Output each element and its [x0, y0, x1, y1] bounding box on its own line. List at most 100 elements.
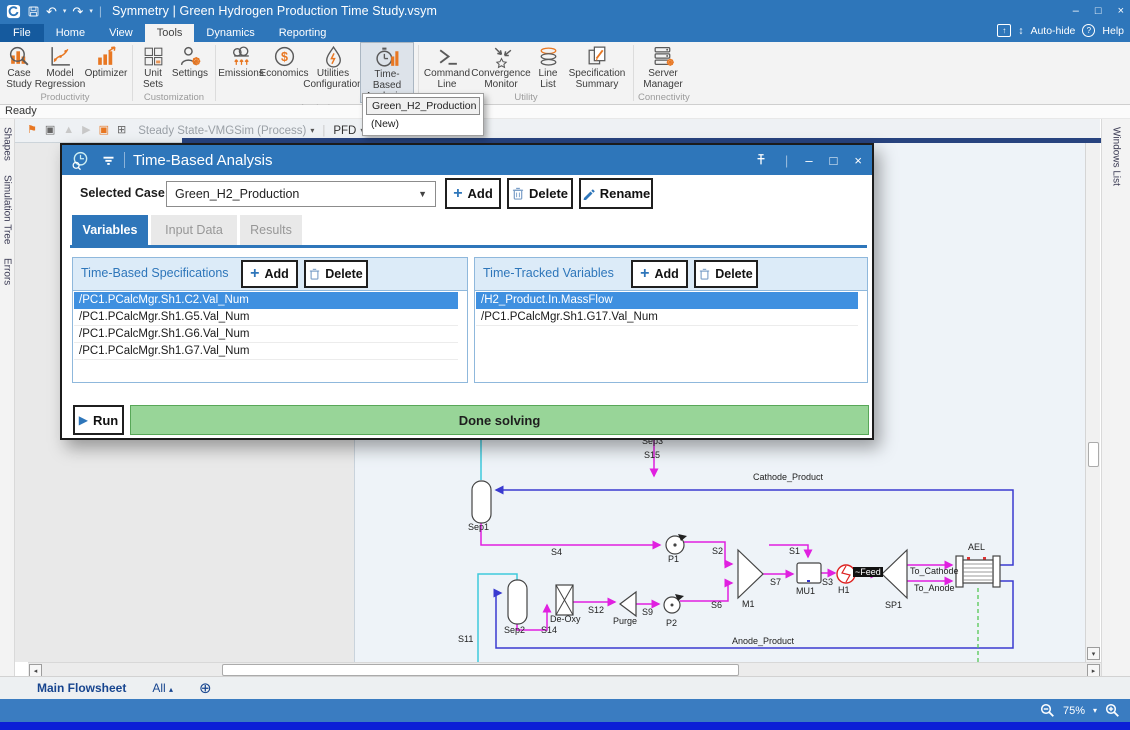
zoom-level[interactable]: 75%	[1063, 705, 1085, 717]
delete-tracked-variable-button[interactable]: Delete	[694, 260, 758, 288]
stream-cathode-product[interactable]	[496, 490, 1013, 565]
emissions-button[interactable]: Emissions	[220, 42, 262, 103]
selected-case-select[interactable]: Green_H2_Production ▼	[166, 181, 436, 207]
pin-icon[interactable]	[754, 153, 768, 167]
flowsheet-label[interactable]: S2	[712, 546, 723, 556]
unit-sets-button[interactable]: Unit Sets	[137, 42, 169, 92]
save-icon[interactable]	[27, 5, 40, 18]
auto-hide-button[interactable]: Auto-hide	[1030, 25, 1075, 37]
tab-variables[interactable]: Variables	[72, 215, 148, 245]
pump-p2[interactable]	[664, 594, 684, 613]
flowsheet-filter-select[interactable]: All ▴	[152, 681, 173, 695]
flowsheet-label[interactable]: To_Anode	[914, 583, 955, 593]
flowsheet-label[interactable]: S1	[789, 546, 800, 556]
list-item[interactable]: /PC1.PCalcMgr.Sh1.G6.Val_Num	[74, 326, 458, 343]
horizontal-scrollbar[interactable]: ◂ ▸	[28, 662, 1101, 676]
deoxy-reactor[interactable]	[556, 585, 573, 615]
tab-file[interactable]: File	[0, 24, 44, 42]
tab-main-flowsheet[interactable]: Main Flowsheet	[37, 681, 126, 695]
sidebar-tab-errors[interactable]: Errors	[2, 258, 13, 285]
sidebar-tab-windows-list[interactable]: Windows List	[1111, 127, 1122, 186]
menu-item-case[interactable]: Green_H2_Production	[366, 97, 480, 115]
flowsheet-label[interactable]: S6	[711, 600, 722, 610]
tab-dynamics[interactable]: Dynamics	[194, 24, 266, 42]
app-logo-icon[interactable]	[6, 4, 21, 19]
settings-button[interactable]: Settings	[169, 42, 211, 92]
anchor-icon[interactable]: ⊞	[117, 125, 126, 136]
redo-menu-arrow-icon[interactable]: ▾	[89, 8, 93, 15]
vertical-scrollbar[interactable]: ▾	[1085, 143, 1100, 662]
add-specification-button[interactable]: + Add	[241, 260, 298, 288]
flowsheet-label-feed[interactable]: ~Feed	[853, 567, 883, 577]
flowsheet-label[interactable]: To_Cathode	[910, 566, 959, 576]
mode-select[interactable]: Steady State-VMGSim (Process) ▾	[138, 125, 314, 137]
rename-case-button[interactable]: Rename	[579, 178, 653, 209]
add-tracked-variable-button[interactable]: + Add	[631, 260, 688, 288]
flowsheet-label[interactable]: S14	[541, 625, 557, 635]
command-line-button[interactable]: Command Line	[423, 42, 471, 92]
stream-s2[interactable]	[684, 542, 732, 564]
help-button[interactable]: Help	[1102, 25, 1124, 37]
view-select[interactable]: PFD ▾	[333, 125, 364, 137]
delete-specification-button[interactable]: Delete	[304, 260, 368, 288]
add-case-button[interactable]: + Add	[445, 178, 501, 209]
window-close-button[interactable]: ×	[1118, 5, 1124, 17]
sidebar-tab-shapes[interactable]: Shapes	[2, 127, 13, 161]
pump-p1[interactable]	[666, 534, 687, 554]
convergence-monitor-button[interactable]: Convergence Monitor	[471, 42, 531, 92]
tab-input-data[interactable]: Input Data	[151, 215, 237, 245]
zoom-in-icon[interactable]	[1105, 703, 1120, 718]
flowsheet-label[interactable]: Sep2	[504, 625, 525, 635]
mixer-m1[interactable]	[738, 550, 763, 598]
flowsheet-label[interactable]: De-Oxy	[550, 614, 581, 624]
tab-home[interactable]: Home	[44, 24, 97, 42]
optimizer-button[interactable]: Optimizer	[84, 42, 128, 92]
zoom-menu-arrow-icon[interactable]: ▾	[1093, 706, 1097, 715]
server-manager-button[interactable]: Server Manager	[638, 42, 688, 92]
flowsheet-label[interactable]: S12	[588, 605, 604, 615]
menu-filter-icon[interactable]	[101, 153, 116, 168]
flowsheet-label[interactable]: S11	[458, 634, 473, 644]
vertical-scrollbar-thumb[interactable]	[1088, 442, 1099, 467]
resize-icon[interactable]: ↕	[1018, 25, 1023, 37]
undo-icon[interactable]: ↶	[46, 5, 57, 18]
pin-ribbon-icon[interactable]: ↑	[997, 24, 1011, 37]
redo-icon[interactable]: ↷	[72, 5, 83, 18]
flowsheet-label[interactable]: S3	[822, 577, 833, 587]
tab-tools[interactable]: Tools	[145, 24, 195, 42]
separator-sep1[interactable]	[472, 481, 491, 523]
purge-valve[interactable]	[620, 592, 636, 616]
zoom-out-icon[interactable]	[1040, 703, 1055, 718]
stream-s4[interactable]	[481, 523, 660, 545]
overlap-icon[interactable]: ▣	[99, 125, 109, 136]
window-maximize-button[interactable]: □	[1095, 5, 1102, 17]
flowsheet-label[interactable]: Purge	[613, 616, 637, 626]
splitter-sp1[interactable]	[882, 550, 907, 598]
list-item[interactable]: /H2_Product.In.MassFlow	[476, 292, 858, 309]
tab-results[interactable]: Results	[240, 215, 302, 245]
undo-menu-arrow-icon[interactable]: ▾	[63, 8, 67, 15]
add-flowsheet-button[interactable]: ⊕	[199, 679, 212, 697]
list-item[interactable]: /PC1.PCalcMgr.Sh1.G5.Val_Num	[74, 309, 458, 326]
flowsheet-label[interactable]: S7	[770, 577, 781, 587]
dialog-close-button[interactable]: ×	[854, 153, 862, 168]
list-item[interactable]: /PC1.PCalcMgr.Sh1.C2.Val_Num	[74, 292, 458, 309]
flowsheet-label[interactable]: S4	[551, 547, 562, 557]
flowsheet-label[interactable]: AEL	[968, 542, 985, 552]
dialog-maximize-button[interactable]: □	[830, 153, 838, 168]
sidebar-tab-simulation-tree[interactable]: Simulation Tree	[2, 175, 13, 244]
model-regression-button[interactable]: Model Regression	[36, 42, 84, 92]
economics-button[interactable]: $ Economics	[262, 42, 306, 103]
window-icon[interactable]: ▣	[45, 125, 55, 136]
utilities-configuration-button[interactable]: Utilities Configuration	[306, 42, 360, 103]
flowsheet-label[interactable]: MU1	[796, 586, 815, 596]
case-study-button[interactable]: Case Study	[2, 42, 36, 92]
dialog-minimize-button[interactable]: –	[805, 153, 812, 168]
window-minimize-button[interactable]: –	[1073, 5, 1079, 17]
specification-summary-button[interactable]: Specification Summary	[565, 42, 629, 92]
dialog-title-bar[interactable]: Time-Based Analysis | – □ ×	[62, 145, 872, 175]
run-button[interactable]: ▶ Run	[73, 405, 124, 435]
stream-s6[interactable]	[680, 583, 732, 601]
flowsheet-label[interactable]: SP1	[885, 600, 902, 610]
horizontal-scrollbar-thumb[interactable]	[222, 664, 739, 676]
